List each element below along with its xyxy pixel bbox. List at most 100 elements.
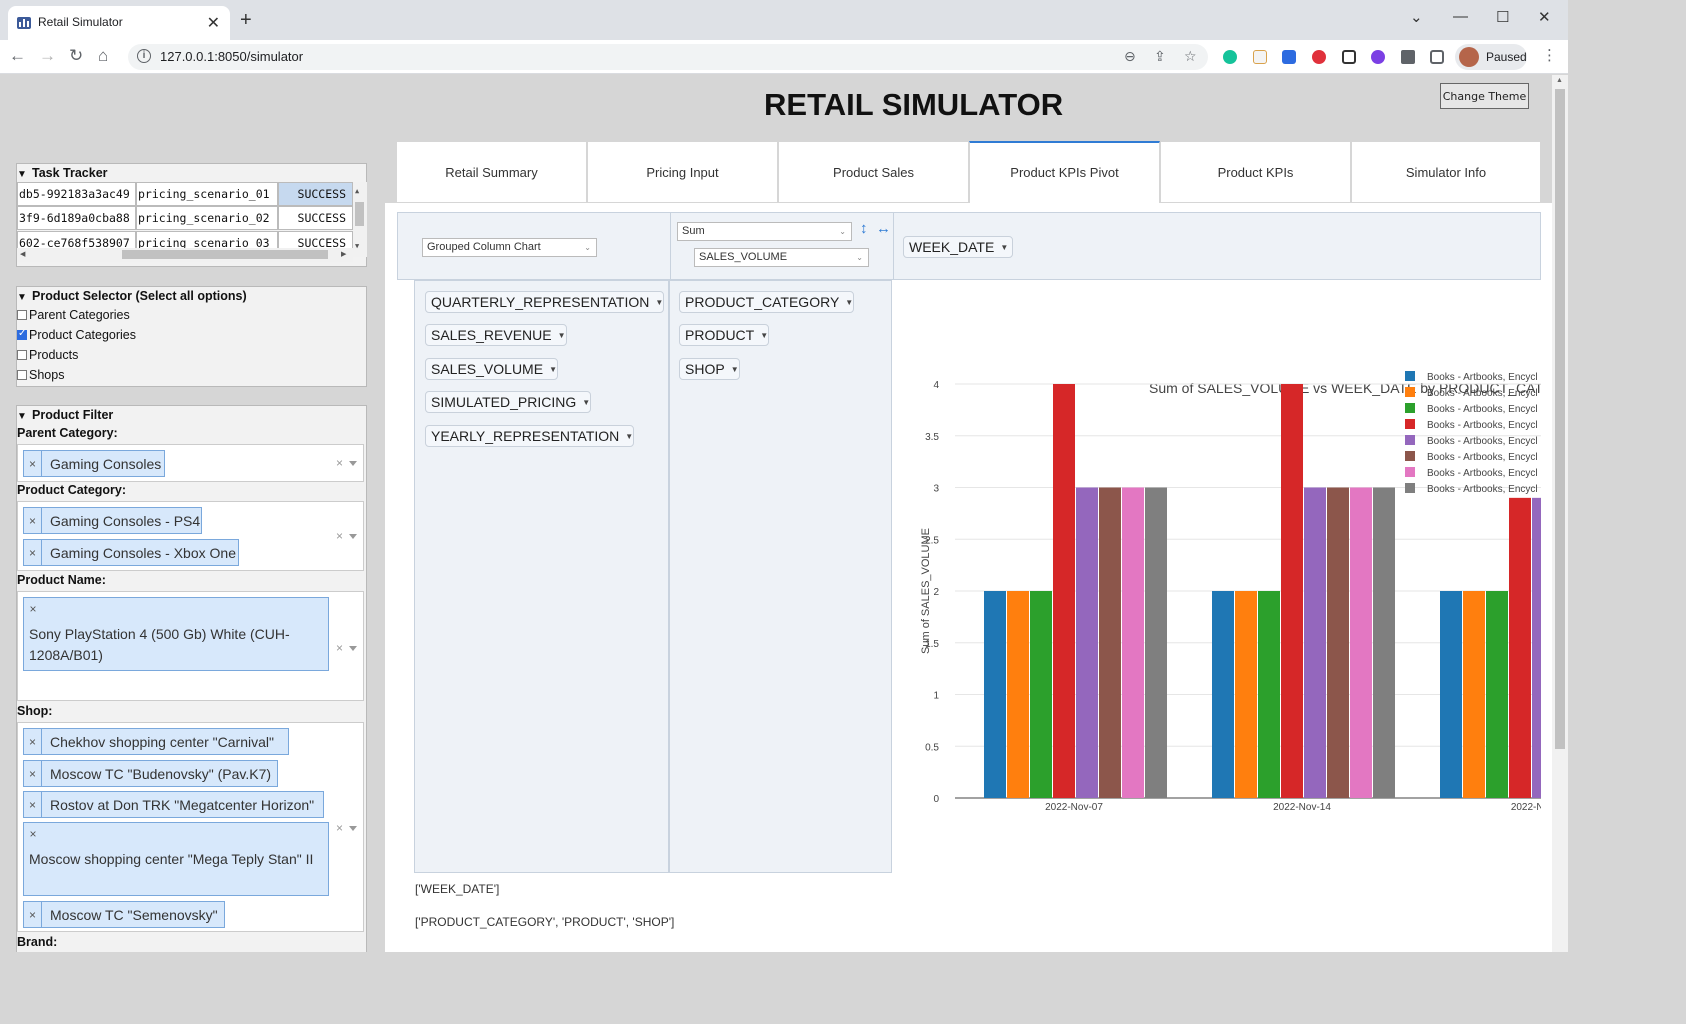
remove-chip-icon[interactable]: × <box>24 823 42 845</box>
clear-selection-icon[interactable]: × <box>336 641 343 655</box>
forward-icon[interactable]: → <box>39 46 56 66</box>
attr-sales-revenue[interactable]: SALES_REVENUE ▼ <box>425 324 567 346</box>
attr-yearly-representation[interactable]: YEARLY_REPRESENTATION ▼ <box>425 425 635 447</box>
side-panel-icon[interactable] <box>1430 50 1444 64</box>
color-extension-icon[interactable] <box>1371 50 1385 64</box>
aggregator-select[interactable]: Sum ⌄ <box>677 222 852 241</box>
chevron-down-icon[interactable] <box>349 646 357 651</box>
back-icon[interactable]: ← <box>9 46 26 66</box>
attr-sales-volume[interactable]: SALES_VOLUME ▼ <box>425 358 558 380</box>
change-theme-button[interactable]: Change Theme <box>1440 83 1529 109</box>
share-icon[interactable]: ⇪ <box>1154 48 1166 65</box>
chart-bar <box>1486 591 1508 798</box>
row-attr-shop[interactable]: SHOP ▼ <box>679 358 740 380</box>
reload-icon[interactable]: ↻ <box>69 46 83 66</box>
remove-chip-icon[interactable]: × <box>24 508 42 533</box>
selector-option-parent-categories[interactable]: Parent Categories <box>17 305 366 325</box>
maximize-window-button[interactable]: ☐ <box>1496 8 1509 26</box>
selector-option-shops[interactable]: Shops <box>17 365 366 385</box>
tab-product-kpis[interactable]: Product KPIs <box>1160 141 1351 203</box>
browser-menu-icon[interactable]: ⋮ <box>1542 46 1557 64</box>
site-info-icon[interactable]: i <box>137 49 151 63</box>
sort-cols-icon[interactable]: ↔ <box>876 220 891 237</box>
remove-chip-icon[interactable]: × <box>24 598 42 620</box>
grammarly-extension-icon[interactable] <box>1223 50 1237 64</box>
profile-button[interactable]: Paused <box>1455 44 1527 70</box>
task-tracker-header[interactable]: ▼ Task Tracker <box>17 164 366 182</box>
selector-option-product-categories[interactable]: Product Categories <box>17 325 366 345</box>
product-filter-header[interactable]: ▼ Product Filter <box>17 406 366 424</box>
parent-category-select[interactable]: × Gaming Consoles × <box>17 444 364 482</box>
tab-product-kpis-pivot[interactable]: Product KPIs Pivot <box>969 141 1160 205</box>
parent-category-label: Parent Category: <box>17 426 118 440</box>
chevron-down-icon[interactable] <box>349 826 357 831</box>
chevron-down-icon[interactable] <box>349 461 357 466</box>
task-tracker-horizontal-scrollbar[interactable]: ◀ ▶ <box>17 248 353 262</box>
calendar-extension-icon[interactable] <box>1253 50 1267 64</box>
checkbox[interactable] <box>17 328 27 340</box>
chart-bar <box>1350 487 1372 798</box>
home-icon[interactable]: ⌂ <box>98 46 108 66</box>
remove-chip-icon[interactable]: × <box>24 729 42 754</box>
task-scenario-cell[interactable]: pricing_scenario_01 <box>136 182 278 206</box>
column-attr-week-date[interactable]: WEEK_DATE ▼ <box>903 236 1013 258</box>
clear-selection-icon[interactable]: × <box>336 456 343 470</box>
extensions-puzzle-icon[interactable] <box>1401 50 1415 64</box>
product-name-select[interactable]: × Sony PlayStation 4 (500 Gb) White (CUH… <box>17 591 364 701</box>
checkbox[interactable] <box>17 350 27 360</box>
remove-chip-icon[interactable]: × <box>24 451 42 476</box>
rows-text: ['PRODUCT_CATEGORY', 'PRODUCT', 'SHOP'] <box>415 915 675 929</box>
clear-selection-icon[interactable]: × <box>336 529 343 543</box>
page-scrollbar[interactable]: ▲ <box>1552 75 1568 952</box>
clear-selection-icon[interactable]: × <box>336 821 343 835</box>
zoom-icon[interactable]: ⊖ <box>1124 48 1136 65</box>
new-tab-button[interactable]: + <box>240 10 252 30</box>
minimize-window-button[interactable]: — <box>1453 8 1468 25</box>
remove-chip-icon[interactable]: × <box>24 902 42 927</box>
task-id-cell[interactable]: 3f9-6d189a0cba88 <box>17 206 136 230</box>
remove-chip-icon[interactable]: × <box>24 540 42 565</box>
task-status-cell[interactable]: SUCCESS <box>278 182 353 206</box>
shop-select[interactable]: × Chekhov shopping center "Carnival" × M… <box>17 722 364 932</box>
browser-tab[interactable]: Retail Simulator ✕ <box>8 6 230 40</box>
value-field-select[interactable]: SALES_VOLUME ⌄ <box>694 248 869 267</box>
sort-rows-icon[interactable]: ↕ <box>860 220 868 237</box>
close-tab-icon[interactable]: ✕ <box>207 13 220 33</box>
checkbox[interactable] <box>17 370 27 380</box>
attr-quarterly-representation[interactable]: QUARTERLY_REPRESENTATION ▼ <box>425 291 665 313</box>
tab-pricing-input[interactable]: Pricing Input <box>587 141 778 203</box>
chart-bar <box>984 591 1006 798</box>
task-status-cell[interactable]: SUCCESS <box>278 206 353 230</box>
remove-chip-icon[interactable]: × <box>24 761 42 786</box>
row-attr-product[interactable]: PRODUCT ▼ <box>679 324 770 346</box>
address-bar[interactable]: i 127.0.0.1:8050/simulator ⊖ ⇪ ☆ <box>128 44 1208 70</box>
close-window-button[interactable]: ✕ <box>1538 8 1551 26</box>
address-url[interactable]: 127.0.0.1:8050/simulator <box>160 49 303 64</box>
chart-bar <box>1122 487 1144 798</box>
bookmark-star-icon[interactable]: ☆ <box>1184 48 1197 65</box>
row-attr-product-category[interactable]: PRODUCT_CATEGORY ▼ <box>679 291 855 313</box>
attr-simulated-pricing[interactable]: SIMULATED_PRICING ▼ <box>425 391 592 413</box>
legend-swatch <box>1405 371 1415 381</box>
product-category-select[interactable]: × Gaming Consoles - PS4 × Gaming Console… <box>17 501 364 571</box>
remove-chip-icon[interactable]: × <box>24 792 42 817</box>
tab-retail-summary[interactable]: Retail Summary <box>396 141 587 203</box>
grouped-column-chart[interactable]: Sum of SALES_VOLUME vs WEEK_DATE by PROD… <box>892 280 1552 873</box>
tab-product-sales[interactable]: Product Sales <box>778 141 969 203</box>
selected-chip: × Rostov at Don TRK "Megatcenter Horizon… <box>23 791 324 818</box>
legend-entry: Books - Artbooks, Encycl <box>1427 468 1538 479</box>
task-scenario-cell[interactable]: pricing_scenario_02 <box>136 206 278 230</box>
y-tick-label: 1 <box>933 691 939 702</box>
chevron-down-icon[interactable] <box>349 534 357 539</box>
renderer-select[interactable]: Grouped Column Chart ⌄ <box>422 238 597 257</box>
selector-option-products[interactable]: Products <box>17 345 366 365</box>
checkbox[interactable] <box>17 310 27 320</box>
board-extension-icon[interactable] <box>1282 50 1296 64</box>
picture-in-picture-icon[interactable] <box>1342 50 1356 64</box>
task-id-cell[interactable]: db5-992183a3ac49 <box>17 182 136 206</box>
adblock-extension-icon[interactable] <box>1312 50 1326 64</box>
tab-simulator-info[interactable]: Simulator Info <box>1351 141 1541 203</box>
product-selector-header[interactable]: ▼ Product Selector (Select all options) <box>17 287 366 305</box>
tab-search-icon[interactable]: ⌄ <box>1410 8 1423 26</box>
task-tracker-vertical-scrollbar[interactable]: ▲ ▼ <box>353 182 367 257</box>
